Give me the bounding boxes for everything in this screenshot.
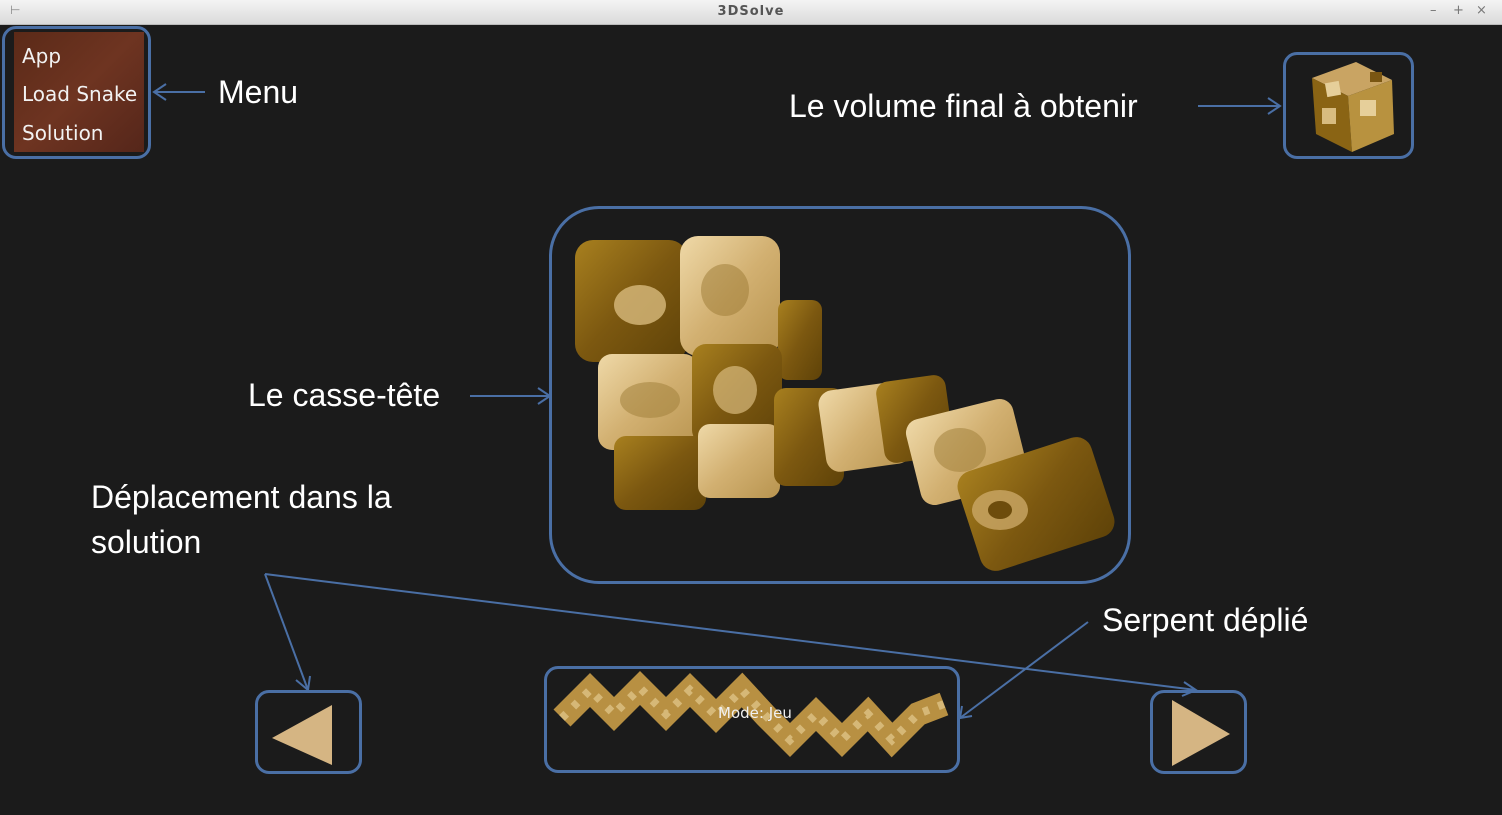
next-button[interactable] (1150, 690, 1247, 774)
annotation-target-volume: Le volume final à obtenir (789, 88, 1138, 124)
annotation-navigation: Déplacement dans la solution (91, 479, 392, 560)
annotation-menu: Menu (218, 74, 299, 110)
puzzle-highlight (549, 206, 1131, 584)
prev-button[interactable] (255, 690, 362, 774)
annotation-unfolded-snake: Serpent déplié (1102, 602, 1309, 638)
annotation-puzzle: Le casse-tête (248, 377, 441, 413)
menu-highlight (2, 26, 151, 159)
target-volume-highlight (1283, 52, 1414, 159)
mode-label: Mode: Jeu (718, 704, 792, 722)
